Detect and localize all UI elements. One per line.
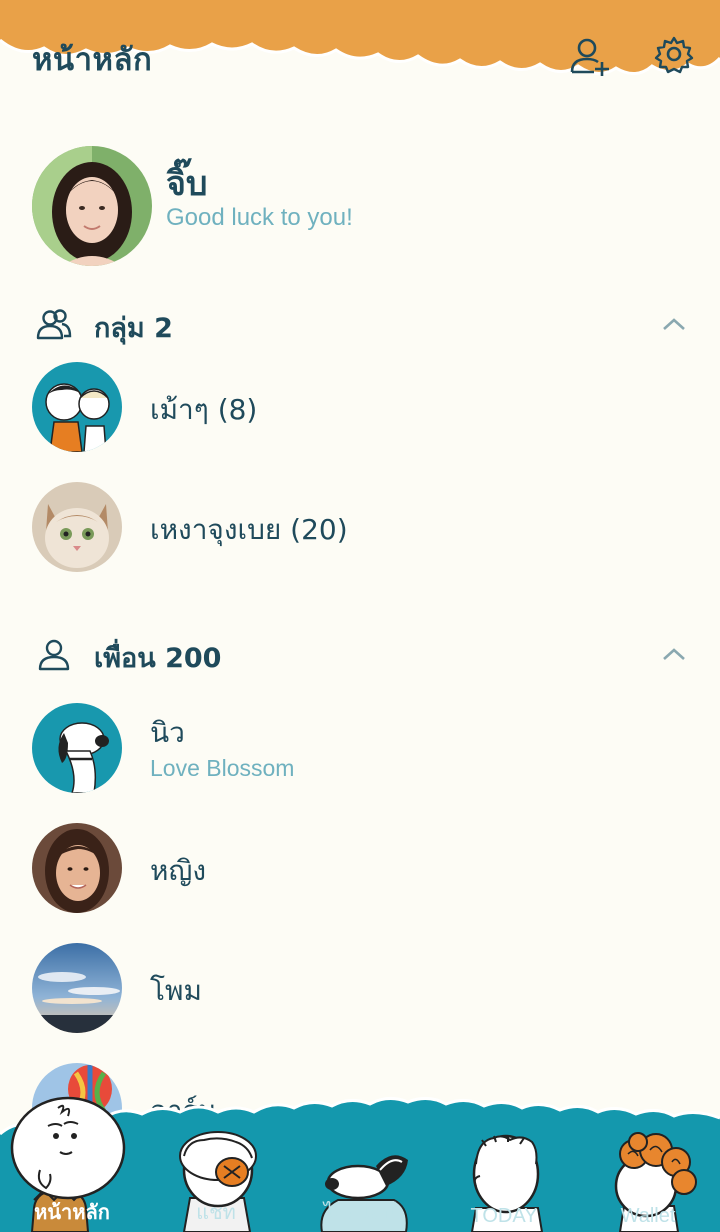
- tab-timeline[interactable]: ไทม์ไลน์: [288, 1090, 432, 1232]
- group-avatar: [32, 362, 122, 452]
- person-icon: [38, 639, 70, 671]
- page-title: หน้าหลัก: [32, 42, 153, 78]
- tab-home[interactable]: หน้าหลัก: [0, 1090, 144, 1232]
- group-avatar: [32, 482, 122, 572]
- tab-label: TODAY: [470, 1205, 538, 1227]
- group-icon: [36, 309, 72, 340]
- friend-row[interactable]: โพม: [32, 943, 688, 1039]
- friend-avatar: [32, 943, 122, 1033]
- group-name: เม้าๆ (8): [150, 393, 258, 426]
- bottom-tab-bar: หน้าหลัก แชท ไทม์ไลน์ TODAY Wallet: [0, 1090, 720, 1232]
- profile-status-message: Good luck to you!: [166, 204, 353, 231]
- settings-button[interactable]: [652, 34, 696, 78]
- chevron-up-icon: [663, 648, 685, 660]
- tab-wallet[interactable]: Wallet: [576, 1090, 720, 1232]
- groups-section-header[interactable]: กลุ่ม 2: [32, 298, 688, 350]
- group-row[interactable]: เหงาจุงเบย (20): [32, 482, 688, 578]
- add-friend-icon: [570, 38, 609, 76]
- tab-label: แชท: [196, 1202, 236, 1224]
- tab-label: หน้าหลัก: [34, 1202, 110, 1224]
- friends-section-header[interactable]: เพื่อน 200: [32, 628, 688, 680]
- tab-label: Wallet: [620, 1205, 676, 1227]
- friend-avatar: [32, 703, 122, 793]
- group-name: เหงาจุงเบย (20): [150, 513, 348, 546]
- friend-name: นิว: [150, 716, 185, 749]
- group-row[interactable]: เม้าๆ (8): [32, 362, 688, 458]
- tab-label: ไทม์ไลน์: [323, 1202, 397, 1224]
- my-profile[interactable]: จิ๊บ Good luck to you!: [32, 146, 688, 268]
- tab-today[interactable]: TODAY: [432, 1090, 576, 1232]
- friend-row[interactable]: หญิง: [32, 823, 688, 919]
- header: หน้าหลัก: [0, 0, 720, 110]
- friend-status-message: Love Blossom: [150, 755, 295, 781]
- chevron-up-icon: [663, 318, 685, 330]
- profile-avatar: [32, 146, 152, 266]
- profile-name: จิ๊บ: [166, 164, 208, 204]
- add-friend-button[interactable]: [568, 34, 612, 78]
- friends-section-label: เพื่อน 200: [94, 643, 222, 674]
- gear-icon: [654, 36, 694, 74]
- friend-row[interactable]: นิว Love Blossom: [32, 703, 688, 799]
- friend-name: หญิง: [150, 854, 206, 887]
- friend-name: โพม: [150, 974, 202, 1007]
- tab-chats[interactable]: แชท: [144, 1090, 288, 1232]
- friend-avatar: [32, 823, 122, 913]
- groups-section-label: กลุ่ม 2: [94, 313, 173, 344]
